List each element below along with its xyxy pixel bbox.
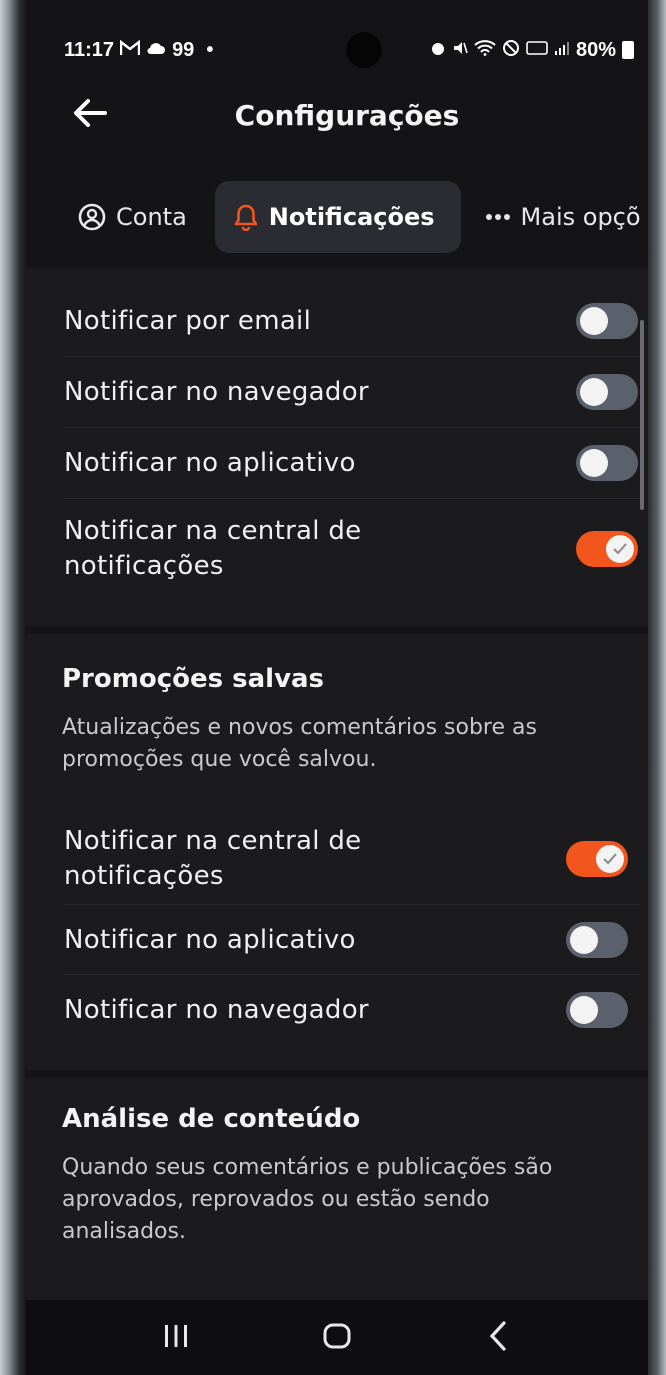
setting-label-line: notificações [64,861,224,891]
check-icon [603,853,617,865]
setting-label: Notificar no navegador [64,376,369,407]
status-dot: • [206,38,214,61]
toggle-knob [580,378,608,406]
volte-icon [526,40,548,61]
divider [64,974,640,975]
section-title: Análise de conteúdo [62,1104,361,1134]
front-camera [346,32,382,68]
tab-label: Conta [116,203,187,231]
setting-label: Notificar no aplicativo [64,924,356,955]
setting-label: Notificar na central de notificações [64,514,361,584]
setting-row-app: Notificar no aplicativo [26,428,648,498]
divider [64,904,640,905]
chevron-left-icon [488,1320,508,1355]
scrollbar[interactable] [640,320,644,510]
cloud-icon [146,40,166,61]
toggle-notification-center[interactable] [566,841,628,877]
app-header: Configurações [26,85,648,145]
setting-label-line: Notificar na central de [64,516,362,546]
signal-icon [554,40,570,61]
notification-count: 99 [172,38,195,61]
phone-frame-left [0,0,28,1375]
saved-promotions-section: Promoções salvas Atualizações e novos co… [26,634,648,1070]
setting-row-app: Notificar no aplicativo [26,906,648,974]
settings-tabs: Conta Notificações Mais opçõ [26,180,648,254]
setting-label: Notificar por email [64,305,312,336]
arrow-left-icon [73,99,107,131]
tab-notificacoes[interactable]: Notificações [214,181,461,253]
section-description: Atualizações e novos comentários sobre a… [62,715,537,772]
home-button[interactable] [307,1308,367,1368]
toggle-email[interactable] [576,303,638,339]
gmail-icon [119,39,141,61]
section-title: Promoções salvas [62,664,325,694]
setting-row-email: Notificar por email [26,286,648,356]
setting-row-browser: Notificar no navegador [26,976,648,1044]
status-left: 11:17 99 • [64,39,213,62]
screen: 11:17 99 • 80% Configurações Conta Notif… [26,0,648,1375]
tab-mais-opcoes[interactable]: Mais opçõ [461,181,641,253]
page-title: Configurações [234,98,460,132]
divider [64,498,640,499]
setting-label: Notificar na central de notificações [64,824,361,894]
tab-label: Mais opçõ [520,203,641,231]
status-time: 11:17 [64,38,115,61]
setting-row-notification-center: Notificar na central de notificações [26,814,648,904]
home-icon [323,1323,351,1353]
setting-label: Notificar no navegador [64,994,369,1025]
status-bar: 11:17 99 • 80% [26,30,648,70]
more-dots-icon [485,213,511,221]
system-back-button[interactable] [468,1308,528,1368]
toggle-knob [606,535,634,563]
tab-label: Notificações [268,203,435,231]
recent-apps-button[interactable] [146,1308,206,1368]
setting-row-notification-center: Notificar na central de notificações [26,504,648,594]
toggle-knob [580,307,608,335]
setting-label-line: Notificar na central de [64,826,362,856]
toggle-notification-center[interactable] [576,531,638,567]
back-button[interactable] [70,95,110,135]
toggle-knob [570,926,598,954]
alarm-icon [430,40,446,61]
toggle-app[interactable] [566,922,628,958]
content-analysis-section: Análise de conteúdo Quando seus comentár… [26,1078,648,1300]
toggle-knob [570,996,598,1024]
user-circle-icon [78,203,106,231]
setting-label: Notificar no aplicativo [64,447,356,478]
toggle-app[interactable] [576,445,638,481]
section-description: Quando seus comentários e publicações sã… [62,1155,553,1244]
toggle-knob [596,845,624,873]
general-notifications-section: Notificar por email Notificar no navegad… [26,268,648,626]
setting-label-line: notificações [64,551,224,581]
battery-icon [622,41,634,59]
toggle-browser[interactable] [576,374,638,410]
system-nav-bar [26,1300,648,1375]
bell-icon [233,203,259,231]
do-not-disturb-icon [502,39,520,62]
recent-apps-icon [163,1324,189,1352]
check-icon [613,543,627,555]
mute-icon [452,40,468,61]
wifi-icon [474,39,496,61]
setting-row-browser: Notificar no navegador [26,357,648,427]
toggle-browser[interactable] [566,992,628,1028]
status-right: 80% [430,39,634,62]
battery-level: 80% [575,38,616,61]
toggle-knob [580,449,608,477]
tab-conta[interactable]: Conta [78,181,215,253]
